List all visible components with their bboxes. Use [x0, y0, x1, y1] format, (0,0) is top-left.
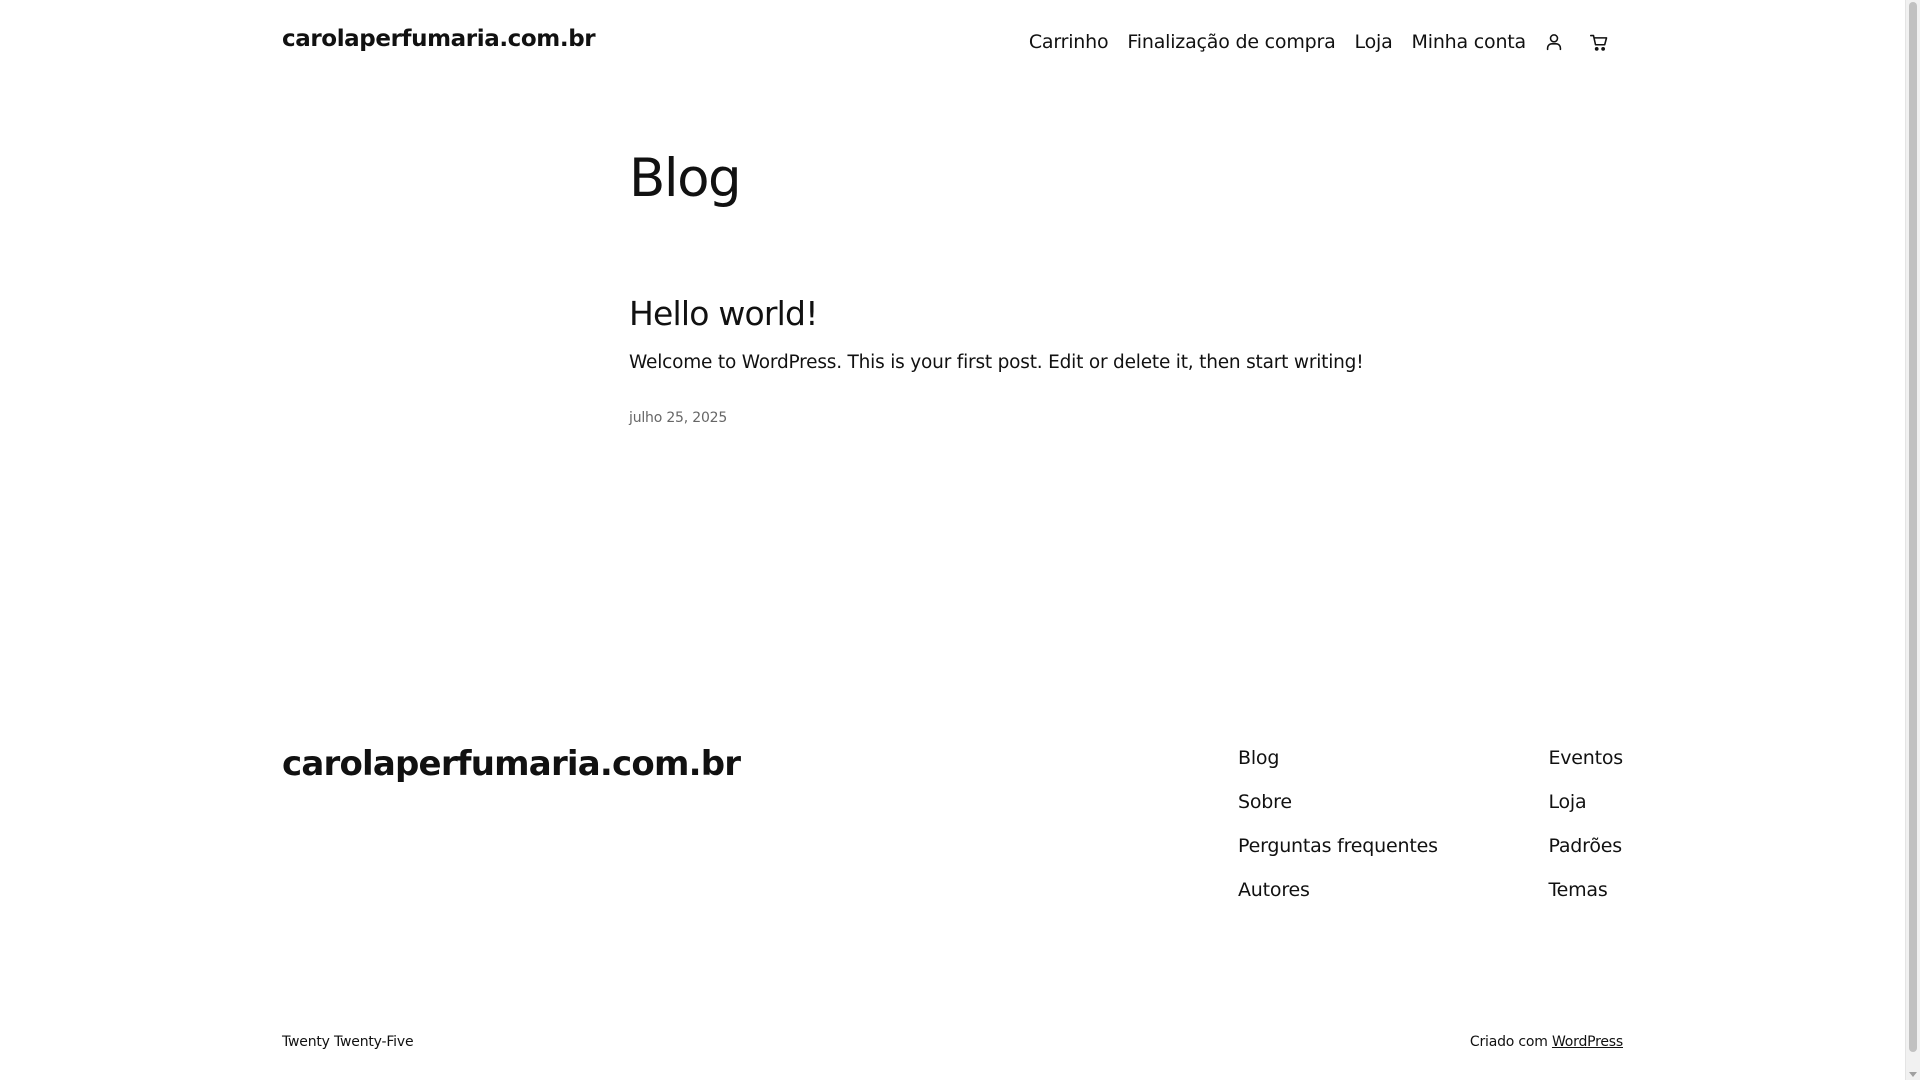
- footer-link-shop[interactable]: Loja: [1548, 791, 1586, 835]
- theme-name: Twenty Twenty-Five: [282, 1034, 414, 1050]
- footer-link-themes[interactable]: Temas: [1548, 879, 1607, 923]
- footer-nav-column-1: Blog Sobre Perguntas frequentes Autores: [1238, 747, 1438, 923]
- footer-link-authors[interactable]: Autores: [1238, 879, 1438, 923]
- nav-item-checkout[interactable]: Finalização de compra: [1127, 31, 1335, 53]
- page-title: Blog: [629, 148, 742, 209]
- footer-site-title-link[interactable]: carolaperfumaria.com.br: [282, 744, 741, 784]
- cart-icon[interactable]: [1586, 29, 1612, 55]
- account-icon[interactable]: [1541, 29, 1567, 55]
- site-title-link[interactable]: carolaperfumaria.com.br: [282, 26, 596, 52]
- footer-link-about[interactable]: Sobre: [1238, 791, 1438, 835]
- vertical-scrollbar[interactable]: [1905, 0, 1920, 1080]
- post-title-link[interactable]: Hello world!: [629, 294, 818, 333]
- footer-link-patterns[interactable]: Padrões: [1548, 835, 1622, 879]
- footer-nav-column-2: Eventos Loja Padrões Temas: [1548, 747, 1623, 923]
- nav-item-cart[interactable]: Carrinho: [1029, 31, 1109, 53]
- footer-link-blog[interactable]: Blog: [1238, 747, 1438, 791]
- scroll-down-arrow-icon[interactable]: [1909, 1072, 1917, 1077]
- wordpress-link[interactable]: WordPress: [1552, 1034, 1623, 1050]
- footer-link-events[interactable]: Eventos: [1548, 747, 1623, 791]
- scrollbar-thumb[interactable]: [1909, 2, 1917, 1052]
- page: carolaperfumaria.com.br Carrinho Finaliz…: [0, 0, 1905, 1080]
- post-excerpt: Welcome to WordPress. This is your first…: [629, 352, 1364, 373]
- nav-item-shop[interactable]: Loja: [1355, 31, 1393, 53]
- nav-item-account[interactable]: Minha conta: [1412, 31, 1527, 53]
- credit-prefix: Criado com: [1469, 1034, 1552, 1050]
- footer-link-faq[interactable]: Perguntas frequentes: [1238, 835, 1438, 879]
- main-navigation: Carrinho Finalização de compra Loja Minh…: [1029, 29, 1612, 55]
- footer-credit: Criado com WordPress: [1470, 1034, 1623, 1050]
- post-date: julho 25, 2025: [629, 410, 728, 426]
